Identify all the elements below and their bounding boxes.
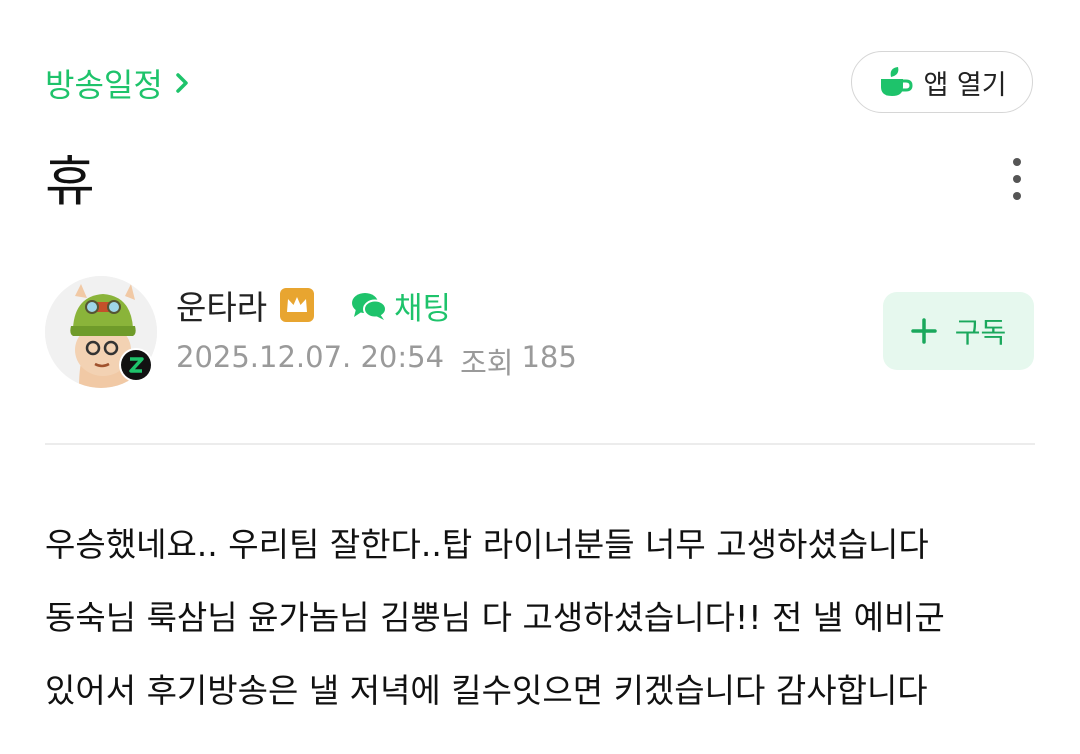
author-avatar[interactable] [45,276,161,388]
post-date: 2025.12.07. 20:54 [176,340,445,374]
app-open-button[interactable]: 앱 열기 [851,51,1033,113]
post-body: 우승했네요.. 우리팀 잘한다..탑 라이너분들 너무 고생하셨습니다 동숙님 … [45,508,1045,727]
body-line: 우승했네요.. 우리팀 잘한다..탑 라이너분들 너무 고생하셨습니다 [45,525,929,564]
subscribe-button[interactable]: 구독 [883,292,1034,370]
body-line: 동숙님 룩삼님 윤가놈님 김뿡님 다 고생하셨습니다!! 전 낼 예비군 [45,598,945,637]
cup-leaf-icon [877,65,915,99]
crown-icon [280,288,315,322]
app-open-label: 앱 열기 [923,69,1007,101]
z-badge-icon [119,348,153,382]
body-line: 있어서 후기방송은 낼 저녁에 킬수잇으면 키겠습니다 감사합니다 [45,671,928,710]
author-name: 운타라 [176,288,268,327]
views-label: 조회 [460,346,514,380]
plus-icon [910,318,937,344]
author-name-row[interactable]: 운타라 [176,281,315,329]
chat-label: 채팅 [394,291,452,327]
views-count: 185 [521,340,577,374]
chat-link[interactable]: 채팅 [350,283,451,328]
chevron-right-icon [175,72,189,94]
subscribe-label: 구독 [954,316,1007,349]
divider [45,443,1035,445]
post-meta: 2025.12.07. 20:54 조회 185 [176,340,577,382]
more-vertical-icon[interactable] [1004,158,1030,206]
chat-bubbles-icon [350,289,388,323]
page-title: 휴 [45,150,95,213]
schedule-link[interactable]: 방송일정 [45,60,189,106]
schedule-link-label: 방송일정 [45,66,163,104]
